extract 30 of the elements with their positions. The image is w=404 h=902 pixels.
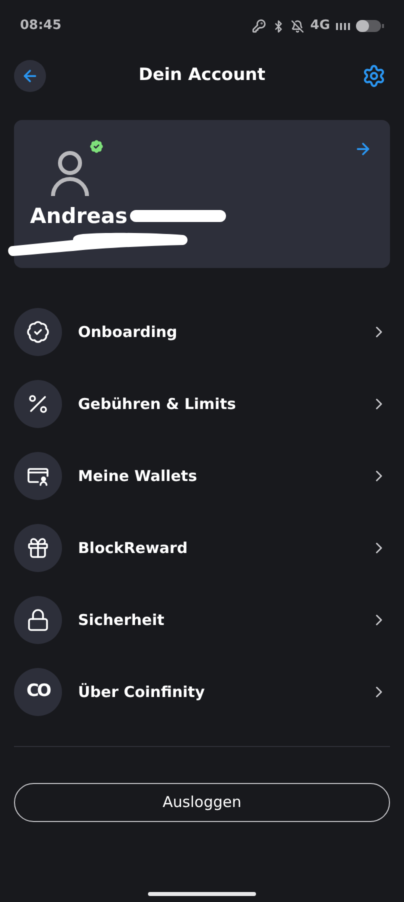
menu-label: Über Coinfinity bbox=[78, 682, 206, 703]
arrow-right-icon bbox=[354, 140, 372, 158]
menu-label: Gebühren & Limits bbox=[78, 394, 237, 415]
user-avatar-icon bbox=[50, 150, 90, 196]
profile-name: Andreas bbox=[30, 203, 128, 230]
menu-item[interactable]: Onboarding bbox=[14, 308, 390, 356]
key-icon bbox=[252, 19, 266, 33]
menu-item[interactable]: Sicherheit bbox=[14, 596, 390, 644]
menu-label: Onboarding bbox=[78, 322, 178, 343]
status-time: 08:45 bbox=[20, 17, 62, 36]
percent-icon bbox=[26, 392, 50, 416]
logo-text: CO bbox=[26, 680, 50, 704]
menu-label: Meine Wallets bbox=[78, 466, 198, 487]
lock-icon bbox=[26, 608, 50, 632]
menu-item[interactable]: CO Über Coinfinity bbox=[14, 668, 390, 716]
battery-icon bbox=[356, 19, 384, 33]
menu-item[interactable]: Gebühren & Limits bbox=[14, 380, 390, 428]
logout-button[interactable]: Ausloggen bbox=[14, 783, 390, 822]
menu-label: BlockReward bbox=[78, 538, 189, 559]
page-title: Dein Account bbox=[138, 64, 266, 88]
network-label: 4G bbox=[310, 17, 330, 36]
badge-check-icon bbox=[26, 320, 50, 344]
gift-icon bbox=[26, 536, 50, 560]
menu-item[interactable]: Meine Wallets bbox=[14, 452, 390, 500]
menu-item[interactable]: BlockReward bbox=[14, 524, 390, 572]
settings-icon bbox=[362, 64, 386, 88]
mute-icon bbox=[291, 20, 304, 32]
signal-icon bbox=[336, 20, 350, 32]
back-button[interactable] bbox=[14, 60, 46, 92]
menu-label: Sicherheit bbox=[78, 610, 166, 631]
